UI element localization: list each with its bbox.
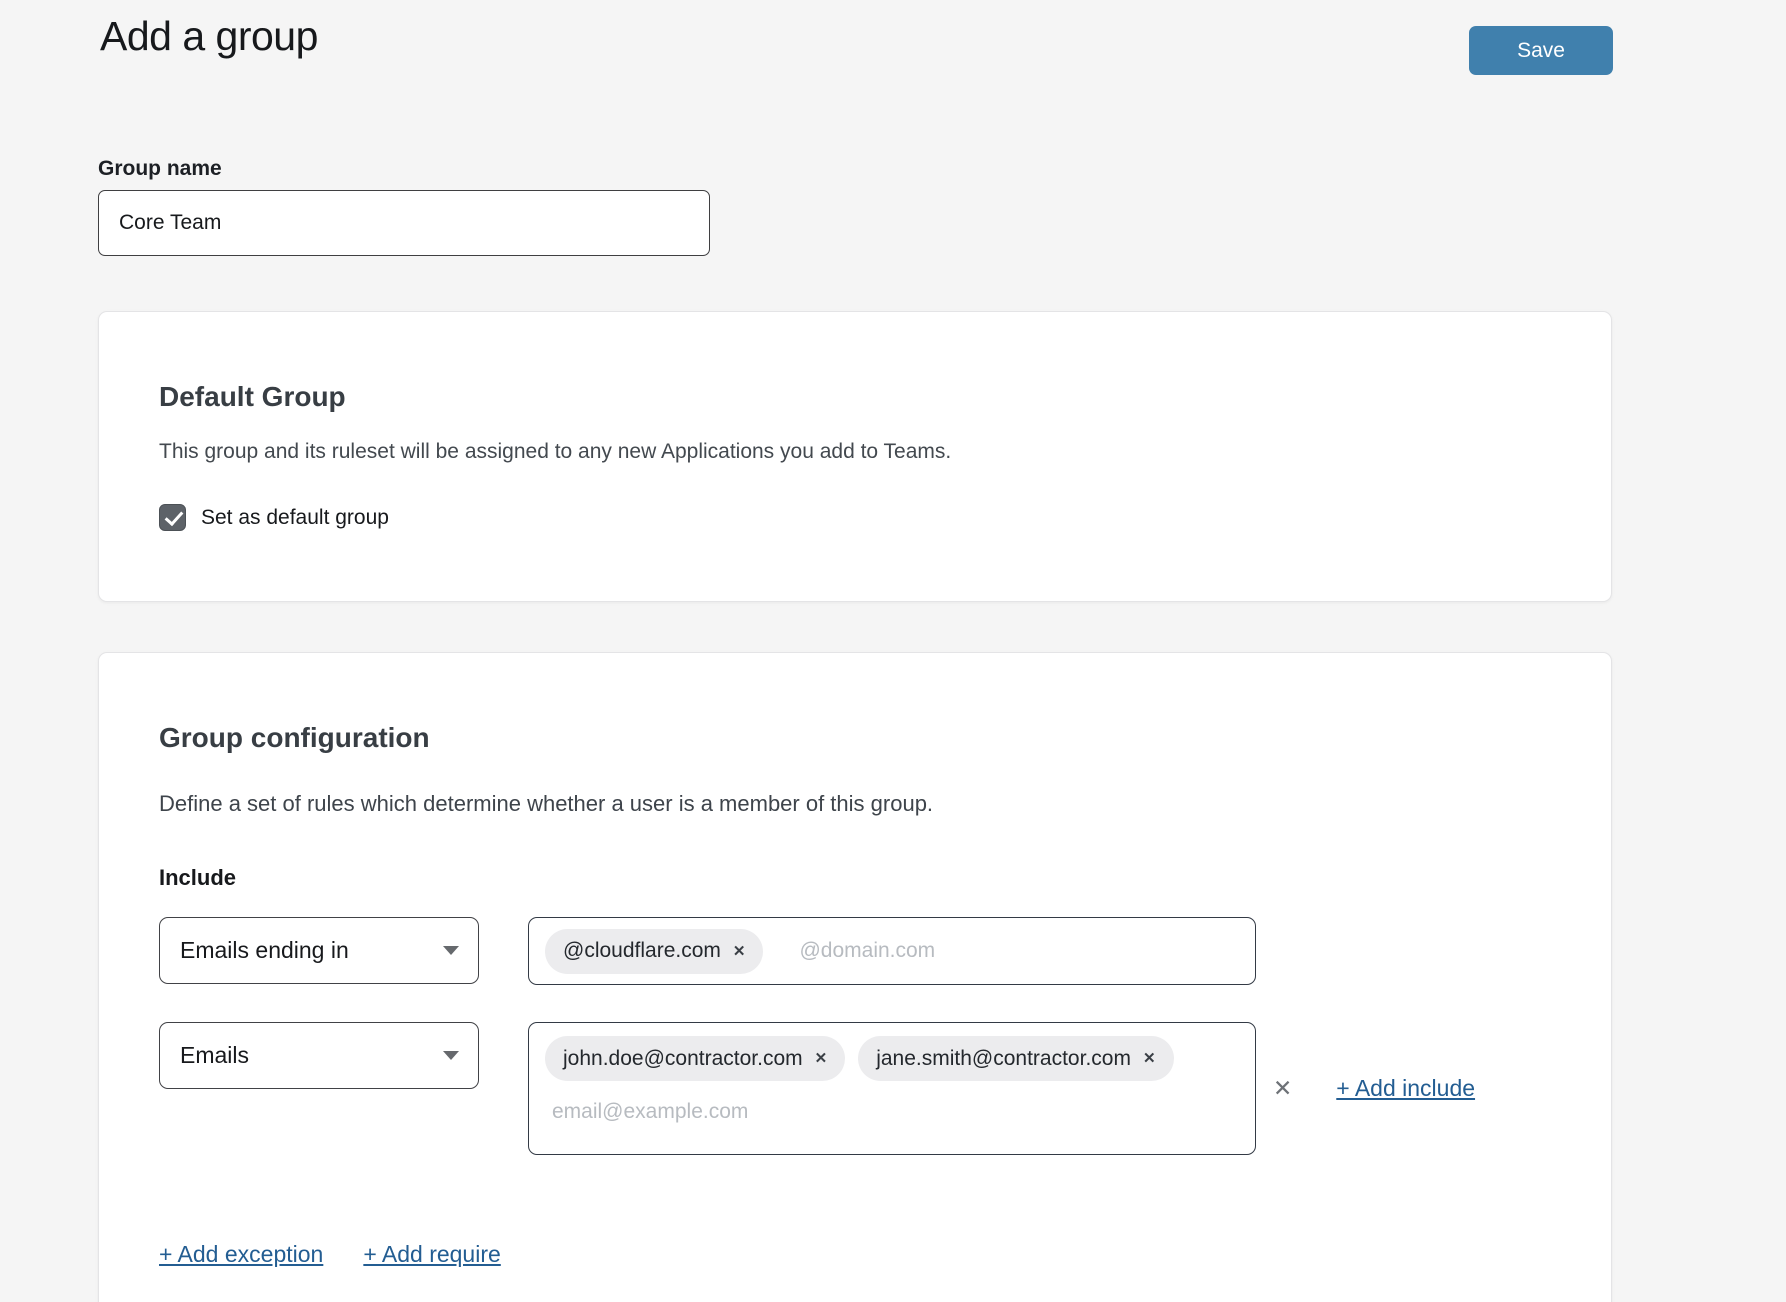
include-rule-row: Emails ending in @cloudflare.com ✕ <box>159 917 1551 985</box>
chevron-down-icon <box>443 946 459 955</box>
rule-type-select-emails-ending-in[interactable]: Emails ending in <box>159 917 479 984</box>
tag-pill-label: @cloudflare.com <box>563 939 721 963</box>
rule-type-selected-value: Emails <box>180 1042 249 1069</box>
remove-rule-icon[interactable]: ✕ <box>1273 1077 1292 1100</box>
checkbox-checked-icon[interactable] <box>159 504 186 531</box>
include-label: Include <box>159 865 1551 891</box>
group-name-input[interactable] <box>98 190 710 256</box>
chevron-down-icon <box>443 1051 459 1060</box>
tag-pill-label: jane.smith@contractor.com <box>876 1047 1131 1071</box>
email-entry-input[interactable] <box>552 1100 992 1124</box>
add-exception-link[interactable]: + Add exception <box>159 1241 323 1268</box>
save-button[interactable]: Save <box>1469 26 1613 75</box>
add-require-link[interactable]: + Add require <box>363 1241 500 1268</box>
remove-tag-icon[interactable]: ✕ <box>733 944 746 959</box>
tag-pill: @cloudflare.com ✕ <box>545 929 763 974</box>
rule-links-row: + Add exception + Add require <box>159 1241 1551 1268</box>
remove-tag-icon[interactable]: ✕ <box>1143 1051 1156 1066</box>
remove-tag-icon[interactable]: ✕ <box>815 1051 828 1066</box>
group-configuration-description: Define a set of rules which determine wh… <box>159 791 1551 817</box>
rule-type-select-emails[interactable]: Emails <box>159 1022 479 1089</box>
add-include-link[interactable]: + Add include <box>1336 1075 1475 1102</box>
rule-type-selected-value: Emails ending in <box>180 937 349 964</box>
domains-tag-input[interactable]: @cloudflare.com ✕ <box>528 917 1256 985</box>
emails-tag-input[interactable]: john.doe@contractor.com ✕ jane.smith@con… <box>528 1022 1256 1155</box>
checkbox-label: Set as default group <box>201 506 389 530</box>
domain-entry-input[interactable] <box>799 939 1239 963</box>
tag-pill: john.doe@contractor.com ✕ <box>545 1036 845 1081</box>
page-container: Add a group Save Group name Default Grou… <box>98 13 1612 1302</box>
group-configuration-card: Group configuration Define a set of rule… <box>98 652 1612 1302</box>
default-group-title: Default Group <box>159 381 1551 413</box>
default-group-checkbox-row: Set as default group <box>159 504 1551 531</box>
page-title: Add a group <box>100 13 1612 60</box>
group-name-label: Group name <box>98 157 1612 181</box>
tag-pill: jane.smith@contractor.com ✕ <box>858 1036 1173 1081</box>
group-configuration-title: Group configuration <box>159 722 1551 754</box>
default-group-description: This group and its ruleset will be assig… <box>159 440 1551 464</box>
include-rule-row: Emails john.doe@contractor.com ✕ jane.sm… <box>159 1022 1551 1155</box>
tag-pill-label: john.doe@contractor.com <box>563 1047 803 1071</box>
default-group-card: Default Group This group and its ruleset… <box>98 311 1612 602</box>
